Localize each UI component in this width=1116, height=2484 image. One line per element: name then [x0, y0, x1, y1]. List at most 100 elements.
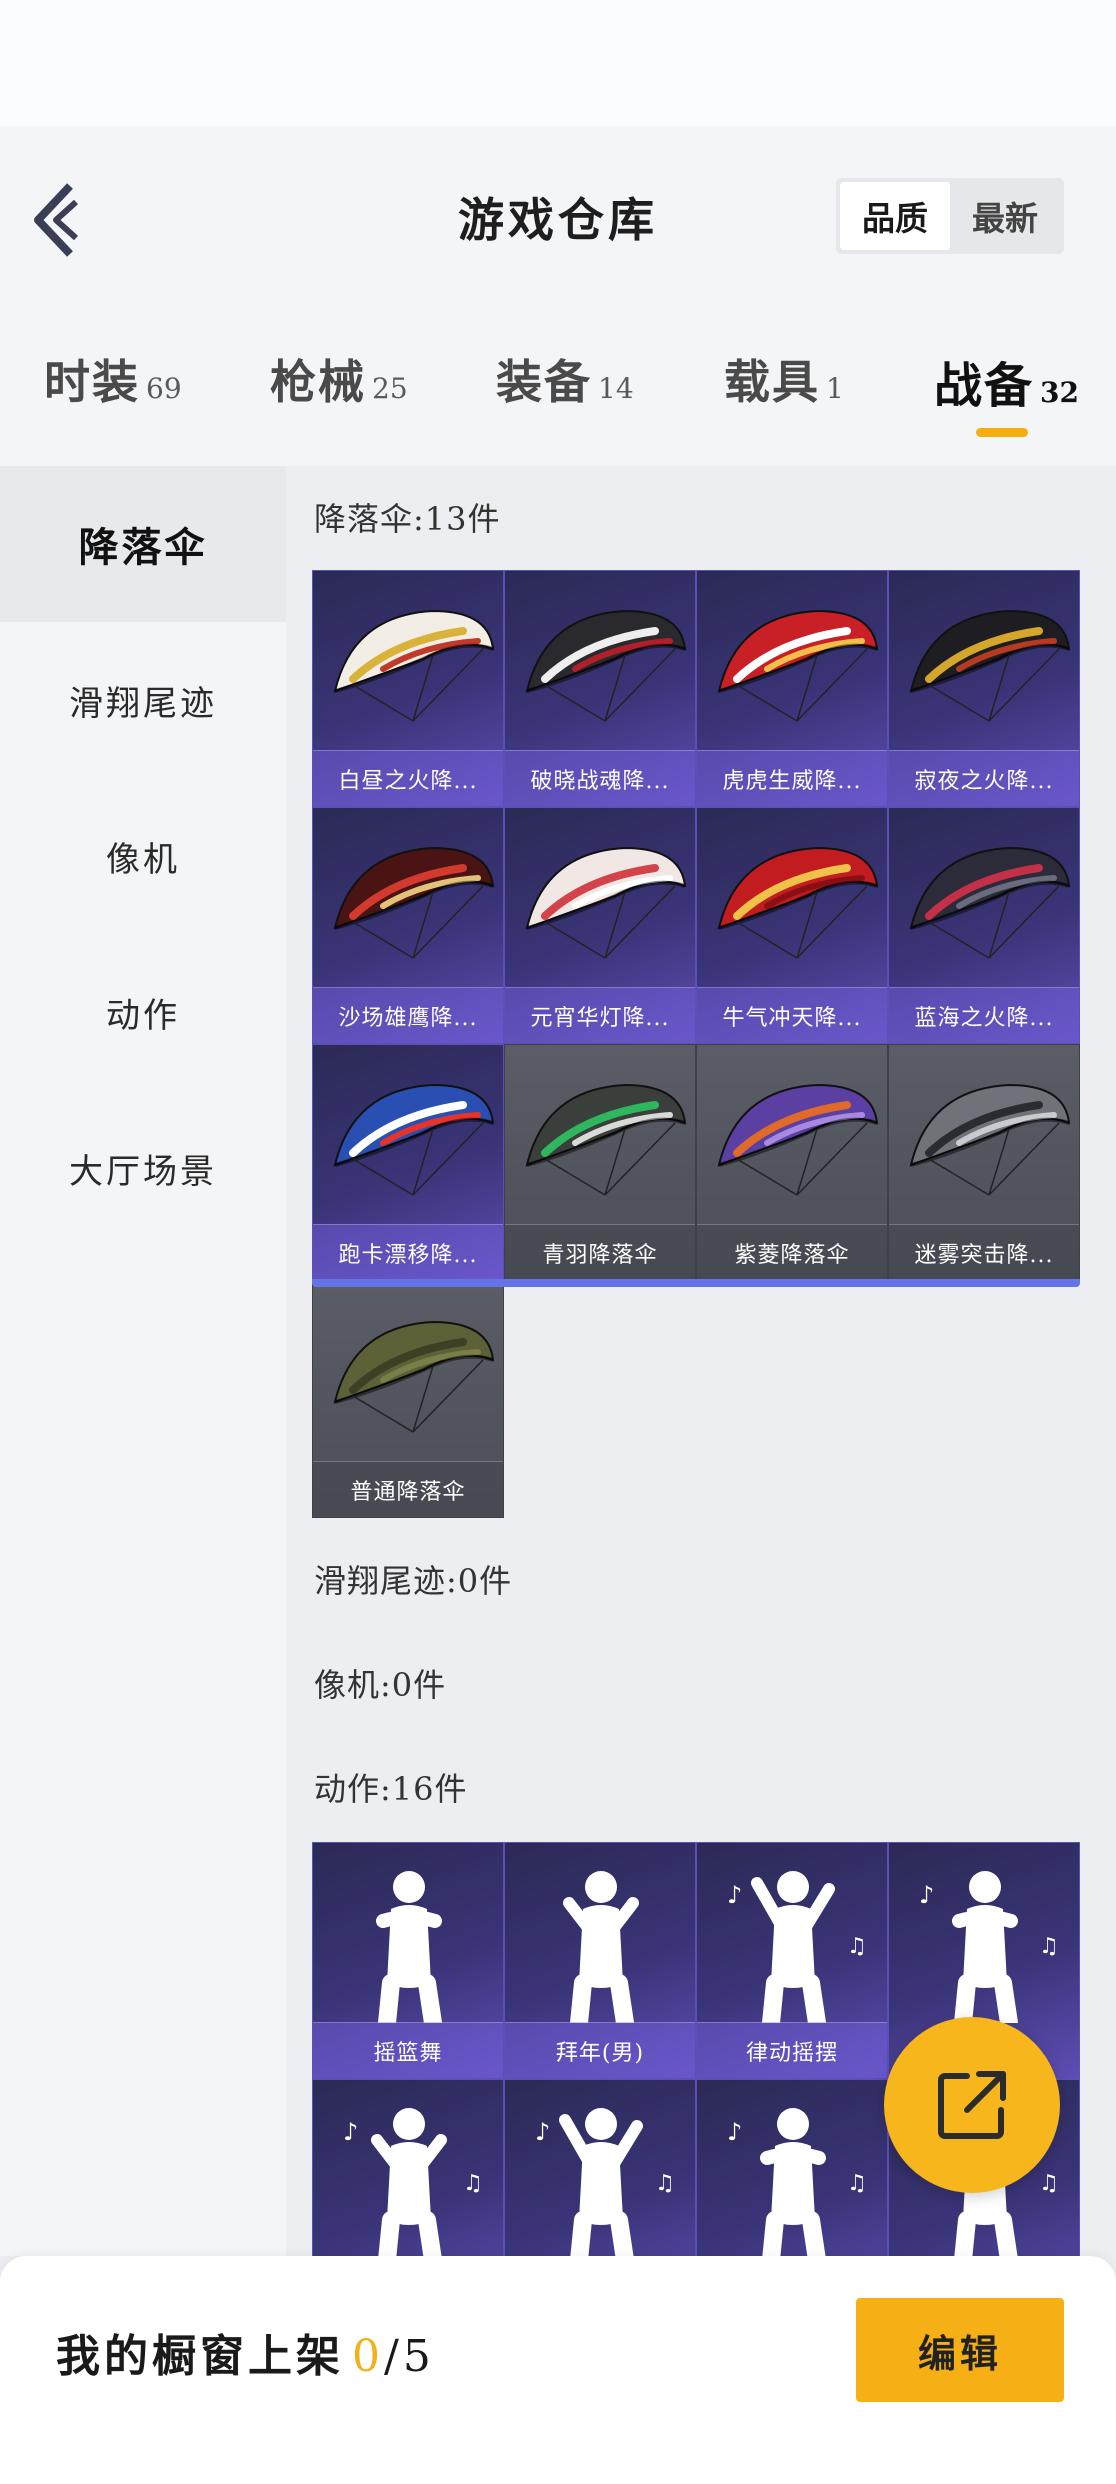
emote-card[interactable]: 摇篮舞: [312, 1842, 504, 2079]
dancer-icon: [563, 1871, 639, 2023]
share-button[interactable]: [884, 2017, 1060, 2193]
sort-option-latest[interactable]: 最新: [950, 182, 1060, 250]
tab-weapons[interactable]: 枪械 25: [270, 346, 408, 412]
share-external-icon: [938, 2071, 1006, 2139]
parachute-card[interactable]: 白昼之火降...: [312, 570, 504, 807]
parachute-card[interactable]: 普通降落伞: [312, 1281, 504, 1518]
section-title-camera: 像机:0件: [314, 1666, 447, 1704]
tab-count: 32: [1040, 376, 1079, 409]
sidebar-item-emote[interactable]: 动作: [0, 934, 286, 1090]
svg-text:♫: ♫: [1039, 1934, 1059, 1959]
parachute-card[interactable]: 寂夜之火降...: [888, 570, 1080, 807]
parachute-icon: [525, 1083, 687, 1196]
tab-count: 25: [372, 372, 408, 405]
tab-label: 时装: [44, 355, 140, 409]
parachute-icon: [909, 1083, 1071, 1196]
emote-name: 拜年(男): [505, 2022, 695, 2078]
tab-label: 装备: [496, 355, 592, 409]
parachute-name: 迷雾突击降...: [889, 1224, 1079, 1280]
sidebar-item-parachute[interactable]: 降落伞: [0, 466, 286, 622]
tab-label: 战备: [934, 358, 1035, 414]
dancer-icon: ♪♫: [535, 2108, 675, 2256]
showcase-label: 我的橱窗上架: [56, 2331, 344, 2382]
sort-option-quality[interactable]: 品质: [840, 182, 950, 250]
emote-card[interactable]: ♪♫: [312, 2079, 504, 2256]
parachute-icon: [333, 1320, 495, 1433]
tab-vehicles[interactable]: 载具 1: [724, 346, 844, 412]
parachute-name: 虎虎生威降...: [697, 750, 887, 806]
parachute-name: 普通降落伞: [313, 1461, 503, 1517]
parachute-card[interactable]: 牛气冲天降...: [696, 807, 888, 1044]
dancer-icon: ♪♫: [919, 1871, 1059, 2023]
section-title-parachute: 降落伞:13件: [314, 500, 501, 538]
parachute-icon: [717, 1083, 879, 1196]
parachute-card[interactable]: 破晓战魂降...: [504, 570, 696, 807]
emote-card[interactable]: 拜年(男): [504, 1842, 696, 2079]
tab-count: 1: [826, 372, 844, 405]
parachute-card[interactable]: 青羽降落伞: [504, 1044, 696, 1281]
row-highlight-bar: [312, 1279, 1080, 1287]
parachute-name: 青羽降落伞: [505, 1224, 695, 1280]
showcase-status: 我的橱窗上架 0/5: [56, 2320, 435, 2384]
category-tabs: 时装 69 枪械 25 装备 14 载具 1 战备 32: [0, 306, 1116, 466]
parachute-name: 元宵华灯降...: [505, 987, 695, 1043]
parachute-icon: [333, 609, 495, 722]
sidebar: 降落伞 滑翔尾迹 像机 动作 大厅场景: [0, 466, 286, 2256]
dancer-icon: [376, 1871, 442, 2023]
tab-fashion[interactable]: 时装 69: [44, 346, 182, 412]
emote-name: 摇篮舞: [313, 2022, 503, 2078]
tab-count: 14: [598, 372, 634, 405]
section-title-glide-trail: 滑翔尾迹:0件: [314, 1562, 513, 1600]
sidebar-item-lobby-scene[interactable]: 大厅场景: [0, 1090, 286, 1246]
parachute-icon: [525, 609, 687, 722]
parachute-card[interactable]: 跑卡漂移降...: [312, 1044, 504, 1281]
dancer-icon: ♪♫: [343, 2108, 483, 2256]
tab-supplies[interactable]: 战备 32: [934, 346, 1079, 416]
parachute-name: 牛气冲天降...: [697, 987, 887, 1043]
parachute-card[interactable]: 蓝海之火降...: [888, 807, 1080, 1044]
status-bar: [0, 0, 1116, 126]
parachute-name: 紫菱降落伞: [697, 1224, 887, 1280]
active-tab-indicator: [976, 428, 1028, 437]
parachute-icon: [333, 846, 495, 959]
edit-button[interactable]: 编辑: [856, 2298, 1064, 2402]
tab-label: 载具: [724, 355, 820, 409]
parachute-name: 寂夜之火降...: [889, 750, 1079, 806]
item-list: 降落伞:13件 白昼之火降... 破晓战魂降... 虎虎生威降... 寂夜之火降...…: [286, 466, 1116, 2256]
header: 游戏仓库 品质 最新: [0, 126, 1116, 306]
emote-name: 律动摇摆: [697, 2022, 887, 2078]
parachute-name: 蓝海之火降...: [889, 987, 1079, 1043]
emote-card[interactable]: ♪♫: [696, 2079, 888, 2256]
svg-text:♪: ♪: [727, 1881, 742, 1909]
parachute-card[interactable]: 虎虎生威降...: [696, 570, 888, 807]
emote-card[interactable]: ♪ ♫ 律动摇摆: [696, 1842, 888, 2079]
parachute-name: 跑卡漂移降...: [313, 1224, 503, 1280]
tab-equipment[interactable]: 装备 14: [496, 346, 634, 412]
parachute-name: 破晓战魂降...: [505, 750, 695, 806]
parachute-icon: [909, 609, 1071, 722]
parachute-card[interactable]: 沙场雄鹰降...: [312, 807, 504, 1044]
parachute-card[interactable]: 紫菱降落伞: [696, 1044, 888, 1281]
parachute-card[interactable]: 元宵华灯降...: [504, 807, 696, 1044]
sidebar-item-camera[interactable]: 像机: [0, 778, 286, 934]
showcase-count: 0: [352, 2331, 384, 2382]
parachute-icon: [333, 1083, 495, 1196]
parachute-icon: [717, 609, 879, 722]
tab-count: 69: [146, 372, 182, 405]
parachute-icon: [525, 846, 687, 959]
svg-text:♪: ♪: [535, 2118, 550, 2146]
dancer-icon: ♪♫: [727, 1871, 867, 2023]
sort-toggle: 品质 最新: [836, 178, 1064, 254]
parachute-card[interactable]: 迷雾突击降...: [888, 1044, 1080, 1281]
parachute-icon: [909, 846, 1071, 959]
showcase-total: /5: [384, 2331, 435, 2382]
parachute-name: 沙场雄鹰降...: [313, 987, 503, 1043]
svg-text:♪: ♪: [727, 2118, 742, 2146]
dancer-icon: ♪♫: [727, 2108, 867, 2256]
svg-text:♫: ♫: [1039, 2171, 1059, 2196]
sidebar-item-glide-trail[interactable]: 滑翔尾迹: [0, 622, 286, 778]
section-title-emote: 动作:16件: [314, 1770, 468, 1808]
emote-card[interactable]: ♪♫: [504, 2079, 696, 2256]
svg-text:♫: ♫: [655, 2171, 675, 2196]
svg-text:♫: ♫: [847, 2171, 867, 2196]
